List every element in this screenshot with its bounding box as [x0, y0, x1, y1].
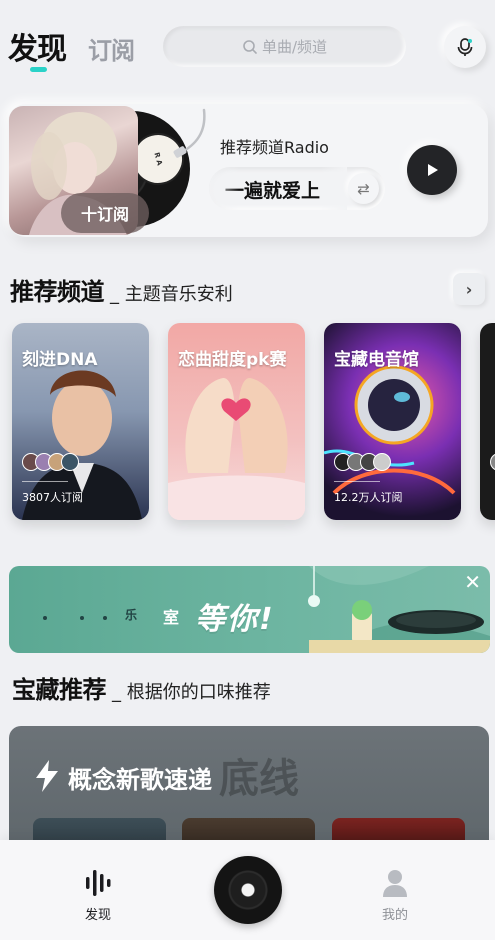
lightning-icon: [36, 760, 58, 792]
tab-subscribe[interactable]: 订阅: [88, 31, 135, 66]
active-tab-indicator: [30, 67, 47, 72]
promo-banner[interactable]: 乐 室 等你! ✕: [9, 566, 490, 653]
microphone-icon: [457, 38, 473, 56]
channel-card-count: 3807人订阅: [22, 491, 83, 504]
nav-discover[interactable]: 发现: [82, 868, 114, 923]
banner-headline: 等你!: [195, 602, 275, 637]
sound-wave-icon: [86, 870, 111, 896]
play-icon: [428, 164, 438, 176]
channel-card[interactable]: [480, 323, 495, 520]
more-channels-button[interactable]: ›: [453, 273, 485, 305]
channel-card-count: 12.2万人订阅: [334, 491, 403, 504]
subscribe-button[interactable]: 十订阅: [61, 193, 149, 233]
channel-card[interactable]: 刻进DNA 3807人订阅: [12, 323, 149, 520]
channel-card[interactable]: 宝藏电音馆 12.2万人订阅: [324, 323, 461, 520]
now-playing-disc-button[interactable]: [214, 856, 282, 924]
banner-word: 室: [163, 608, 180, 627]
voice-search-button[interactable]: [444, 26, 486, 68]
treasure-card[interactable]: 底线 概念新歌速递: [9, 726, 489, 856]
search-icon: [243, 39, 257, 54]
shuffle-button[interactable]: ⇄: [348, 173, 379, 204]
channel-card-title: 恋曲甜度pk赛: [178, 350, 287, 370]
chevron-right-icon: ›: [465, 279, 473, 299]
nav-label: 发现: [84, 908, 111, 923]
user-icon: [383, 870, 407, 897]
section-title-recommended: 推荐频道: [10, 278, 105, 306]
section-title-treasure: 宝藏推荐: [12, 676, 107, 704]
search-placeholder: 单曲/频道: [261, 38, 328, 56]
channel-card[interactable]: 恋曲甜度pk赛: [168, 323, 305, 520]
now-playing-pill[interactable]: 一遍就爱上 ⇄: [209, 167, 385, 210]
play-button[interactable]: [407, 145, 457, 195]
close-icon[interactable]: ✕: [464, 570, 481, 594]
now-playing-title: 一遍就爱上: [225, 180, 321, 202]
section-subtitle-recommended: _ 主题音乐安利: [110, 284, 233, 305]
tab-discover[interactable]: 发现: [8, 24, 67, 68]
radio-label: 推荐频道Radio: [220, 138, 329, 157]
banner-word: 乐: [125, 608, 138, 622]
channel-card-title: 宝藏电音馆: [334, 350, 419, 370]
shuffle-icon: ⇄: [357, 179, 370, 198]
search-input[interactable]: 单曲/频道: [163, 26, 406, 67]
treasure-card-title: 概念新歌速递: [68, 766, 212, 794]
subscriber-avatars: [334, 453, 391, 471]
channel-card-title: 刻进DNA: [22, 350, 98, 370]
section-subtitle-treasure: _ 根据你的口味推荐: [112, 682, 271, 703]
tonearm-icon: [173, 108, 206, 158]
nav-label: 我的: [381, 908, 408, 923]
treasure-background-text: 底线: [219, 756, 299, 802]
nav-mine[interactable]: 我的: [380, 868, 410, 923]
subscriber-avatars: [22, 453, 79, 471]
